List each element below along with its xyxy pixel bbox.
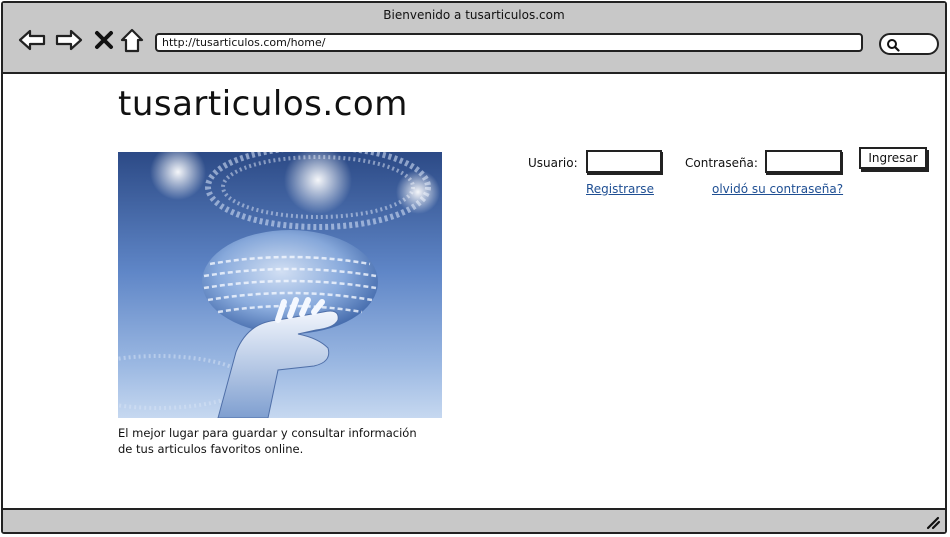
username-field[interactable] [586, 150, 662, 173]
browser-toolbar: Bienvenido a tusarticulos.com [3, 3, 945, 74]
hero-image [118, 152, 442, 418]
back-button[interactable] [17, 25, 47, 55]
forward-button[interactable] [54, 25, 84, 55]
window-title: Bienvenido a tusarticulos.com [383, 8, 565, 22]
tagline-line-1: El mejor lugar para guardar y consultar … [118, 426, 417, 440]
arrow-right-icon [55, 29, 83, 51]
hand-holding-globe-illustration [118, 152, 440, 418]
page-content: tusarticulos.com El mejor lugar para gua… [3, 74, 945, 509]
resize-handle-icon[interactable] [925, 514, 941, 530]
username-label: Usuario: [528, 156, 578, 170]
password-label: Contraseña: [685, 156, 758, 170]
search-button[interactable] [879, 33, 939, 55]
arrow-left-icon [18, 29, 46, 51]
browser-window: Bienvenido a tusarticulos.com http://tus… [1, 1, 947, 534]
home-icon [120, 28, 144, 53]
password-field[interactable] [765, 150, 842, 173]
login-button[interactable]: Ingresar [859, 147, 927, 169]
register-link[interactable]: Registrarse [586, 182, 654, 196]
status-bar [3, 508, 945, 532]
address-bar[interactable] [155, 33, 863, 52]
forgot-password-link[interactable]: olvidó su contraseña? [712, 182, 843, 196]
stop-button[interactable] [89, 25, 119, 55]
home-button[interactable] [117, 25, 147, 55]
site-logo: tusarticulos.com [118, 84, 408, 124]
close-icon [95, 31, 113, 49]
tagline-line-2: de tus articulos favoritos online. [118, 442, 304, 456]
site-tagline: El mejor lugar para guardar y consultar … [118, 425, 448, 457]
magnifier-icon [887, 39, 900, 52]
